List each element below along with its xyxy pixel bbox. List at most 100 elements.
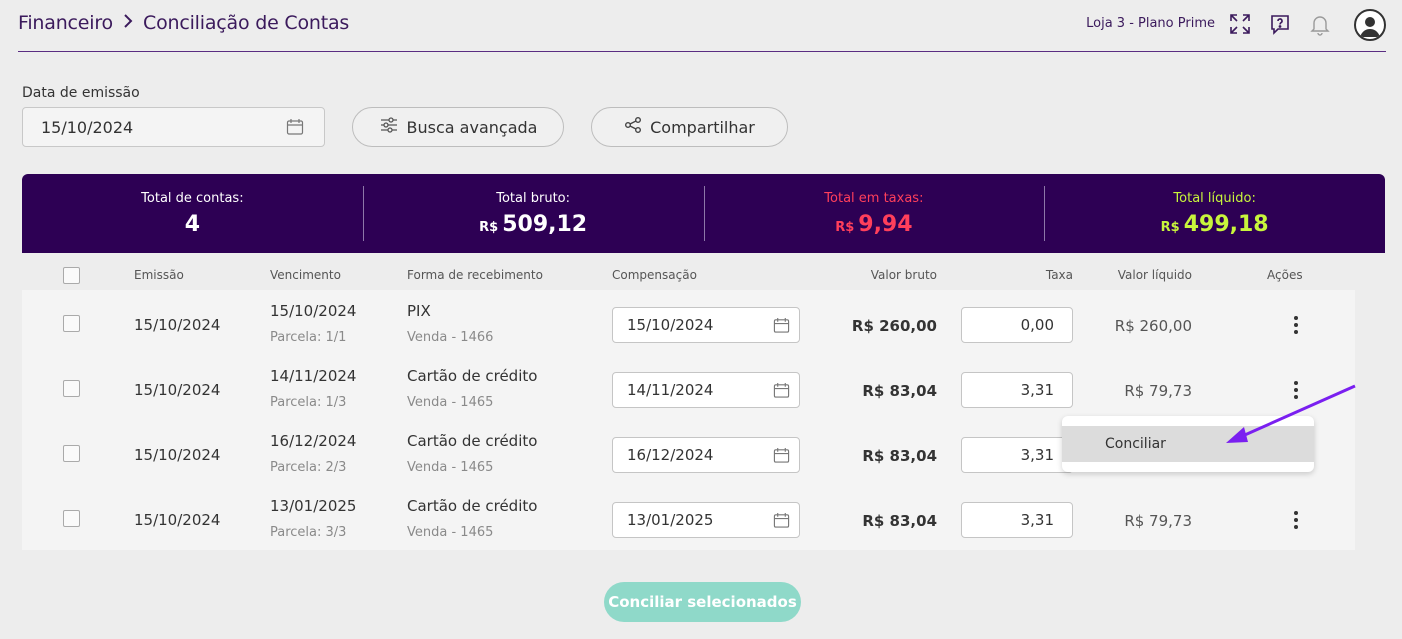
compensacao-date-field[interactable]: 15/10/2024 [612,307,800,343]
summary-bar: Total de contas: 4 Total bruto: R$ 509,12… [22,174,1385,253]
share-icon [624,116,642,138]
sliders-icon [379,115,399,139]
row-parcela: Parcela: 1/1 [270,330,347,345]
col-acoes: Ações [1267,268,1303,282]
row-emissao: 15/10/2024 [134,446,221,464]
avatar[interactable] [1354,9,1386,41]
taxa-input[interactable]: 3,31 [961,372,1073,408]
row-valor-liquido: R$ 79,73 [1124,512,1192,530]
more-actions-icon[interactable] [1286,508,1306,532]
col-taxa: Taxa [1045,268,1073,282]
currency-symbol: R$ [835,219,855,235]
total-liquido-value: 499,18 [1183,211,1269,237]
total-contas-label: Total de contas: [141,190,244,206]
col-compensacao: Compensação [612,268,697,282]
row-vencimento: 15/10/2024 [270,302,357,320]
compensacao-date-field[interactable]: 13/01/2025 [612,502,800,538]
row-checkbox[interactable] [63,315,80,332]
row-valor-bruto: R$ 83,04 [862,512,937,530]
row-checkbox[interactable] [63,445,80,462]
date-label: Data de emissão [22,85,140,101]
col-forma: Forma de recebimento [407,268,543,282]
breadcrumb: Financeiro Conciliação de Contas [18,12,349,34]
row-forma: PIX [407,302,431,320]
row-valor-bruto: R$ 83,04 [862,447,937,465]
breadcrumb-conciliacao: Conciliação de Contas [143,12,350,34]
taxa-input[interactable]: 3,31 [961,437,1073,473]
row-forma: Cartão de crédito [407,367,538,385]
calendar-icon[interactable] [773,512,790,533]
row-emissao: 15/10/2024 [134,316,221,334]
more-actions-icon[interactable] [1286,313,1306,337]
total-taxas-amount: R$ 9,94 [835,212,912,237]
chevron-right-icon [123,14,133,32]
total-liquido-amount: R$ 499,18 [1161,212,1269,237]
row-venda: Venda - 1465 [407,525,494,540]
annotation-arrow-icon [1226,384,1356,443]
help-icon[interactable] [1266,10,1294,38]
row-checkbox[interactable] [63,380,80,397]
row-venda: Venda - 1465 [407,460,494,475]
table-header: Emissão Vencimento Forma de recebimento … [22,260,1355,290]
date-value: 15/10/2024 [41,117,134,137]
table-row: 15/10/2024 13/01/2025 Parcela: 3/3 Cartã… [22,485,1355,550]
row-vencimento: 13/01/2025 [270,497,357,515]
row-vencimento: 14/11/2024 [270,367,357,385]
total-contas-value: 4 [184,211,201,237]
select-all-checkbox[interactable] [63,267,80,284]
row-venda: Venda - 1466 [407,330,494,345]
advanced-search-label: Busca avançada [406,117,538,137]
row-valor-liquido: R$ 260,00 [1114,317,1192,335]
total-taxas-label: Total em taxas: [824,190,924,206]
taxa-input[interactable]: 0,00 [961,307,1073,343]
breadcrumb-financeiro[interactable]: Financeiro [18,12,113,34]
share-button[interactable]: Compartilhar [591,107,788,147]
calendar-icon[interactable] [773,382,790,403]
total-bruto-amount: R$ 509,12 [479,212,587,237]
row-parcela: Parcela: 3/3 [270,525,347,540]
row-emissao: 15/10/2024 [134,511,221,529]
row-checkbox[interactable] [63,510,80,527]
summary-total-liquido: Total líquido: R$ 499,18 [1044,174,1385,253]
calendar-icon[interactable] [773,447,790,468]
col-valor-liquido: Valor líquido [1117,268,1192,282]
top-header: Financeiro Conciliação de Contas Loja 3 … [18,0,1386,52]
row-parcela: Parcela: 2/3 [270,460,347,475]
row-forma: Cartão de crédito [407,497,538,515]
summary-total-bruto: Total bruto: R$ 509,12 [362,174,704,253]
summary-total-contas: Total de contas: 4 [22,174,363,253]
total-bruto-label: Total bruto: [496,190,570,206]
compensacao-date-field[interactable]: 16/12/2024 [612,437,800,473]
row-venda: Venda - 1465 [407,395,494,410]
row-emissao: 15/10/2024 [134,381,221,399]
expand-icon[interactable] [1226,10,1254,38]
table-row: 15/10/2024 14/11/2024 Parcela: 1/3 Cartã… [22,355,1355,420]
col-valor-bruto: Valor bruto [870,268,937,282]
row-forma: Cartão de crédito [407,432,538,450]
compensacao-value: 14/11/2024 [627,381,714,399]
conciliar-selecionados-button[interactable]: Conciliar selecionados [604,582,801,622]
store-plan-label[interactable]: Loja 3 - Plano Prime [1086,16,1215,31]
row-valor-bruto: R$ 260,00 [851,317,937,335]
taxa-input[interactable]: 3,31 [961,502,1073,538]
currency-symbol: R$ [1160,219,1180,235]
total-liquido-label: Total líquido: [1173,190,1256,206]
row-vencimento: 16/12/2024 [270,432,357,450]
table-row: 15/10/2024 15/10/2024 Parcela: 1/1 PIX V… [22,290,1355,355]
col-vencimento: Vencimento [270,268,341,282]
row-parcela: Parcela: 1/3 [270,395,347,410]
calendar-icon[interactable] [773,317,790,338]
bell-icon[interactable] [1306,10,1334,38]
total-bruto-value: 509,12 [502,211,588,237]
date-field[interactable]: 15/10/2024 [22,107,325,147]
advanced-search-button[interactable]: Busca avançada [352,107,564,147]
currency-symbol: R$ [479,219,499,235]
summary-total-taxas: Total em taxas: R$ 9,94 [703,174,1045,253]
col-emissao: Emissão [134,268,184,282]
row-valor-liquido: R$ 79,73 [1124,382,1192,400]
compensacao-value: 15/10/2024 [627,316,714,334]
compensacao-date-field[interactable]: 14/11/2024 [612,372,800,408]
total-taxas-value: 9,94 [858,211,913,237]
calendar-icon[interactable] [286,118,304,140]
share-label: Compartilhar [650,117,755,137]
